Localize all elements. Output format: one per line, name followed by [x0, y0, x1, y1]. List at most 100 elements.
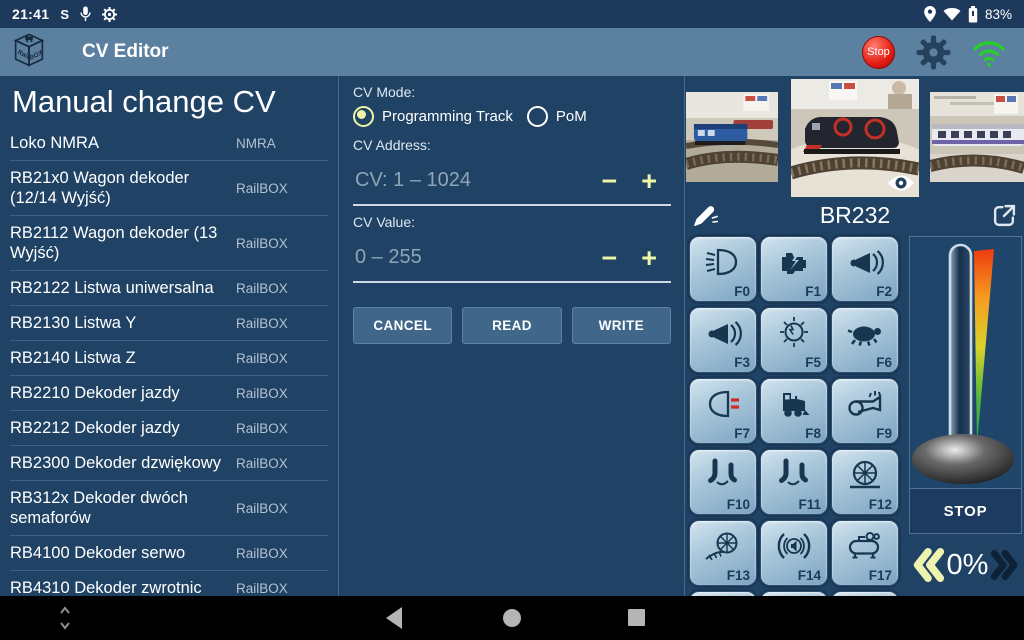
- cv-mode-label: CV Mode:: [353, 84, 671, 100]
- function-button[interactable]: F14: [760, 520, 828, 586]
- function-button-grid: F0 F1 F2 F3: [689, 236, 901, 596]
- radio-icon: [353, 106, 374, 127]
- function-button[interactable]: F3: [689, 307, 757, 373]
- cv-mode-option-label: Programming Track: [382, 108, 513, 125]
- speed-up-chevron-icon[interactable]: [990, 545, 1020, 585]
- wifi-status-icon[interactable]: [972, 37, 1006, 68]
- brake-sound-icon: [761, 521, 827, 571]
- function-button[interactable]: F17: [831, 520, 899, 586]
- cv-action-buttons: CANCEL READ WRITE: [353, 307, 671, 344]
- cv-mode-radios: Programming Track PoM: [353, 106, 671, 127]
- function-label: F1: [805, 284, 821, 299]
- decoder-list-item[interactable]: RB2122 Listwa uniwersalna RailBOX: [10, 271, 328, 306]
- decoder-vendor: RailBOX: [236, 181, 328, 196]
- function-label: F0: [734, 284, 750, 299]
- decoder-list-item[interactable]: RB2112 Wagon dekoder (13 Wyjść) RailBOX: [10, 216, 328, 271]
- wheel-icon: [832, 450, 898, 500]
- decoder-list-item[interactable]: RB2212 Dekoder jazdy RailBOX: [10, 411, 328, 446]
- loco-photo-next[interactable]: [930, 92, 1024, 182]
- function-button[interactable]: F6: [831, 307, 899, 373]
- decoder-list-item[interactable]: RB312x Dekoder dwóch semaforów RailBOX: [10, 481, 328, 536]
- decoder-list-item[interactable]: Loko NMRA NMRA: [10, 126, 328, 161]
- railbox-logo: Rail BOX: [8, 31, 50, 73]
- decoder-vendor: RailBOX: [236, 546, 328, 561]
- address-decrement-button[interactable]: −: [589, 170, 629, 192]
- decoder-list-item[interactable]: RB2140 Listwa Z RailBOX: [10, 341, 328, 376]
- function-label: F9: [876, 426, 892, 441]
- loco-photo-previous[interactable]: [686, 92, 778, 182]
- function-button[interactable]: F12: [831, 449, 899, 515]
- decoder-name: RB2130 Listwa Y: [10, 313, 236, 333]
- cv-editor-screen: 21:41 S: [0, 0, 1024, 640]
- cv-mode-option[interactable]: Programming Track: [353, 106, 513, 127]
- wheel-track-icon: [690, 521, 756, 571]
- keyboard-switch-icon[interactable]: [58, 604, 72, 632]
- function-label: F7: [734, 426, 750, 441]
- function-button[interactable]: F10: [689, 449, 757, 515]
- function-button[interactable]: F5: [760, 307, 828, 373]
- decoder-name: RB4100 Dekoder serwo: [10, 543, 236, 563]
- clock: 21:41: [12, 6, 49, 22]
- function-label: F13: [727, 568, 750, 583]
- cv-action-button[interactable]: CANCEL: [353, 307, 452, 344]
- decoder-name: RB2140 Listwa Z: [10, 348, 236, 368]
- function-button[interactable]: F7: [689, 378, 757, 444]
- decoder-name: RB4310 Dekoder zwrotnic: [10, 578, 236, 596]
- decoder-list-item[interactable]: RB4100 Dekoder serwo RailBOX: [10, 536, 328, 571]
- function-label: F10: [727, 497, 750, 512]
- function-label: F17: [869, 568, 892, 583]
- stop-speed-button[interactable]: STOP: [909, 488, 1022, 534]
- cv-value-label: CV Value:: [353, 214, 671, 230]
- loco-title-row: BR232: [686, 200, 1024, 234]
- speed-down-chevron-icon[interactable]: [911, 545, 945, 585]
- cv-editor-panel: CV Mode: Programming Track PoM CV Addres…: [340, 76, 685, 596]
- nav-back-icon[interactable]: [386, 607, 402, 629]
- location-icon: [924, 6, 936, 22]
- decoder-list: Loko NMRA NMRA RB21x0 Wagon dekoder (12/…: [10, 126, 328, 596]
- export-icon[interactable]: [992, 203, 1017, 233]
- speed-percent: 0%: [947, 549, 989, 582]
- decoder-name: RB2122 Listwa uniwersalna: [10, 278, 236, 298]
- nav-recents-icon[interactable]: [628, 609, 645, 626]
- steam-loco-icon: [761, 379, 827, 429]
- loco-photo-current[interactable]: [791, 79, 919, 197]
- function-button[interactable]: F8: [760, 378, 828, 444]
- function-button[interactable]: F2: [831, 236, 899, 302]
- function-button[interactable]: F9: [831, 378, 899, 444]
- decoder-name: RB2300 Dekoder dzwiękowy: [10, 453, 236, 473]
- panel-title: Manual change CV: [12, 84, 328, 120]
- compressor-icon: [832, 521, 898, 571]
- decoder-list-item[interactable]: RB2300 Dekoder dzwiękowy RailBOX: [10, 446, 328, 481]
- cv-action-button[interactable]: READ: [462, 307, 561, 344]
- decoder-list-item[interactable]: RB2210 Dekoder jazdy RailBOX: [10, 376, 328, 411]
- function-button[interactable]: F13: [689, 520, 757, 586]
- app-bar-actions: Stop: [862, 35, 1006, 70]
- decoder-list-item[interactable]: RB2130 Listwa Y RailBOX: [10, 306, 328, 341]
- function-button[interactable]: F11: [760, 449, 828, 515]
- bulb-icon: [761, 308, 827, 358]
- decoder-name: RB2212 Dekoder jazdy: [10, 418, 236, 438]
- nav-home-icon[interactable]: [503, 609, 521, 627]
- turtle-icon: [832, 308, 898, 358]
- function-label: F14: [798, 568, 821, 583]
- decoder-list-item[interactable]: RB21x0 Wagon dekoder (12/14 Wyjść) RailB…: [10, 161, 328, 216]
- speed-slider[interactable]: [909, 236, 1022, 488]
- decoder-name: RB2112 Wagon dekoder (13 Wyjść): [10, 223, 236, 263]
- cv-address-field[interactable]: CV: 1 – 1024 − +: [353, 159, 671, 206]
- address-increment-button[interactable]: +: [629, 170, 669, 192]
- cv-action-button[interactable]: WRITE: [572, 307, 671, 344]
- decoder-vendor: RailBOX: [236, 281, 328, 296]
- cv-value-field[interactable]: 0 – 255 − +: [353, 236, 671, 283]
- value-decrement-button[interactable]: −: [589, 247, 629, 269]
- settings-gear-icon[interactable]: [916, 35, 951, 70]
- android-nav-bar: [0, 596, 1024, 640]
- value-increment-button[interactable]: +: [629, 247, 669, 269]
- eye-preview-icon[interactable]: [886, 172, 916, 194]
- function-button[interactable]: F1: [760, 236, 828, 302]
- cv-mode-option[interactable]: PoM: [527, 106, 587, 127]
- cv-address-label: CV Address:: [353, 137, 671, 153]
- decoder-list-item[interactable]: RB4310 Dekoder zwrotnic RailBOX: [10, 571, 328, 596]
- emergency-stop-button[interactable]: Stop: [862, 36, 895, 69]
- function-button[interactable]: F0: [689, 236, 757, 302]
- horn-icon: [690, 308, 756, 358]
